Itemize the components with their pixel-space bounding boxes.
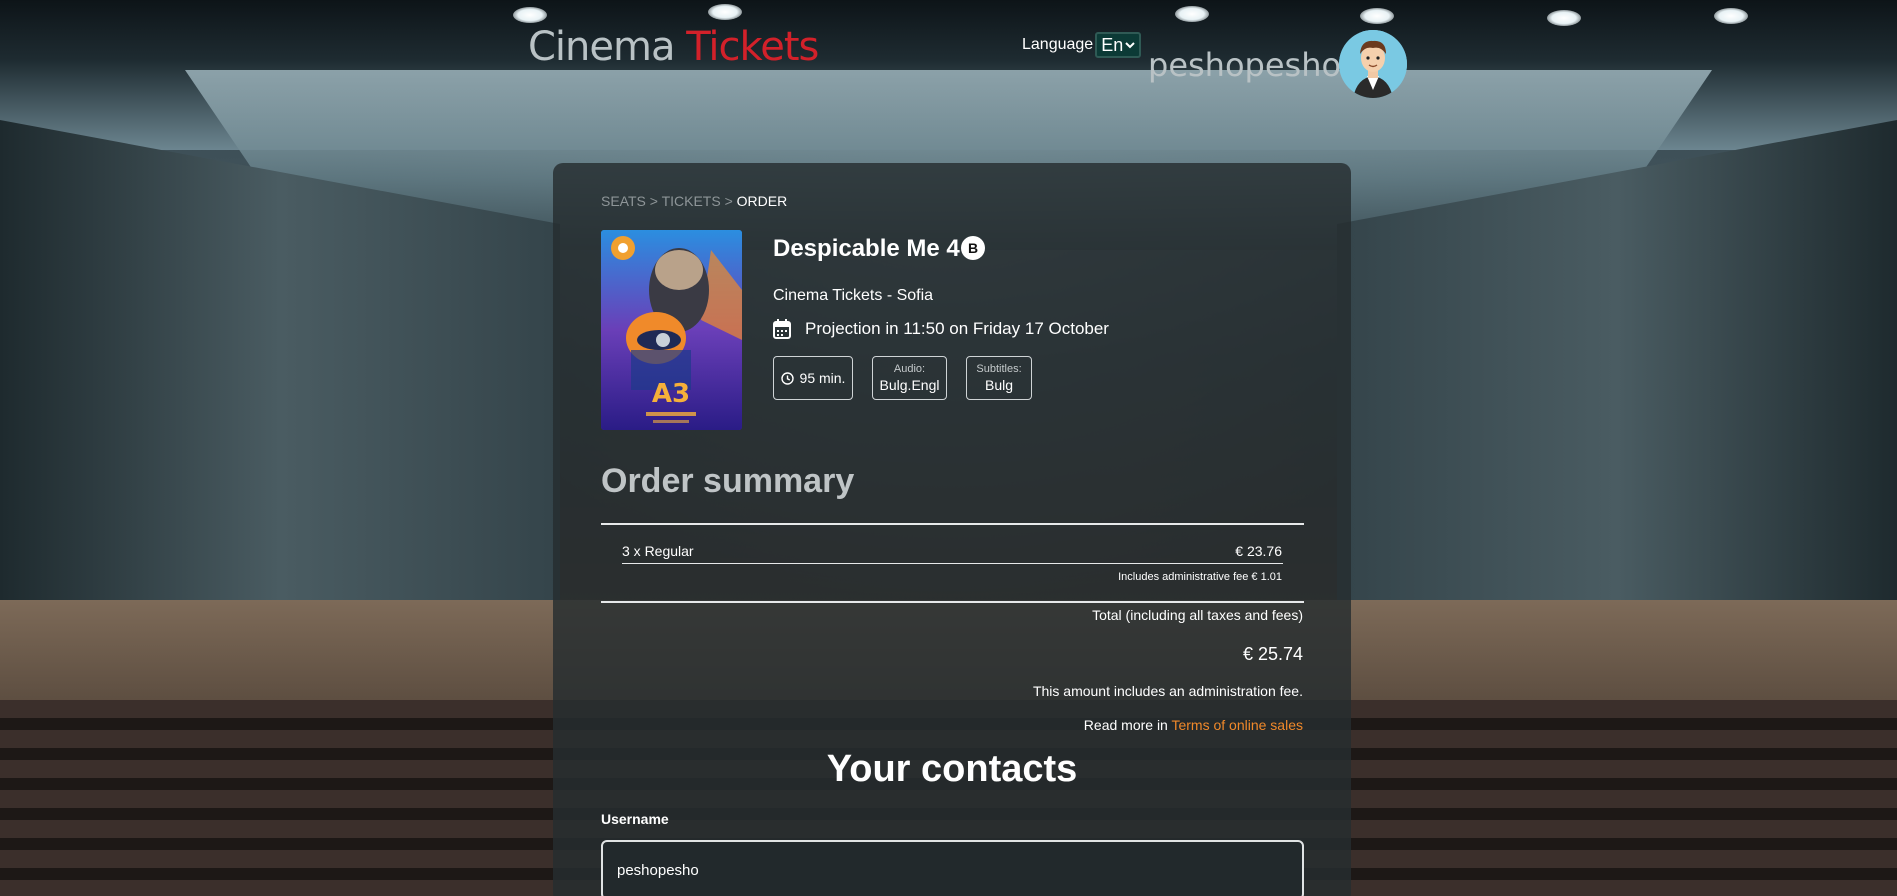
total-label: Total (including all taxes and fees) [1092, 607, 1303, 623]
user-avatar[interactable] [1339, 30, 1407, 98]
ceiling-light [1714, 8, 1748, 24]
poster-artwork: A3 [601, 230, 742, 430]
ceiling-light [1360, 8, 1394, 24]
calendar-icon [773, 319, 791, 339]
read-more-prefix: Read more in [1083, 717, 1168, 733]
fee-note: Includes administrative fee € 1.01 [1118, 571, 1282, 583]
audio-chip: Audio: Bulg.Engl [872, 356, 947, 400]
age-rating-badge: B [961, 236, 985, 260]
breadcrumb-separator: > [645, 193, 662, 209]
divider [622, 563, 1283, 564]
order-summary-title: Order summary [601, 462, 855, 500]
chevron-down-icon [1125, 42, 1135, 49]
language-value: En [1101, 35, 1124, 55]
breadcrumb-order: ORDER [736, 193, 788, 209]
duration-chip: 95 min. [773, 356, 853, 400]
username-label: Username [601, 811, 669, 827]
brand-logo[interactable]: Cinema Tickets [528, 24, 819, 70]
breadcrumb-seats[interactable]: SEATS [601, 193, 646, 209]
projection-info: Projection in 11:50 on Friday 17 October [773, 319, 1109, 339]
audio-value: Bulg.Engl [879, 377, 940, 393]
divider [601, 523, 1304, 525]
header-username[interactable]: peshopesho [1148, 46, 1341, 84]
avatar-icon [1339, 30, 1407, 98]
contacts-title: Your contacts [826, 748, 1078, 790]
ceiling-light [1547, 10, 1581, 26]
ceiling-light [513, 7, 547, 23]
cinema-name: Cinema Tickets - Sofia [773, 287, 934, 304]
movie-poster: A3 [601, 230, 742, 430]
ticket-line-price: € 23.76 [1235, 543, 1282, 559]
clock-icon [780, 371, 794, 385]
language-label: Language [1022, 36, 1094, 53]
terms-link[interactable]: Terms of online sales [1171, 717, 1303, 733]
breadcrumb-tickets[interactable]: TICKETS [662, 193, 721, 209]
ceiling-light [708, 4, 742, 20]
ceiling-light [1175, 6, 1209, 22]
username-input[interactable] [601, 840, 1304, 896]
brand-text-tickets: Tickets [686, 24, 819, 70]
duration-value: 95 min. [799, 370, 846, 386]
divider [601, 601, 1304, 603]
language-select[interactable]: En [1095, 32, 1142, 58]
audio-label: Audio: [893, 363, 926, 375]
breadcrumb: SEATS > TICKETS > ORDER [601, 193, 787, 209]
projection-text: Projection in 11:50 on Friday 17 October [805, 319, 1109, 338]
breadcrumb-separator: > [720, 193, 737, 209]
read-more: Read more in Terms of online sales [1084, 717, 1303, 733]
subtitles-value: Bulg [984, 377, 1014, 393]
administration-fee-note: This amount includes an administration f… [1032, 683, 1303, 699]
brand-text-cinema: Cinema [528, 24, 675, 70]
movie-title: Despicable Me 4 [773, 235, 960, 262]
total-value: € 25.74 [1242, 644, 1303, 664]
subtitles-chip: Subtitles: Bulg [966, 356, 1032, 400]
svg-text:A3: A3 [652, 379, 690, 409]
subtitles-label: Subtitles: [976, 363, 1022, 375]
ticket-line-label: 3 x Regular [622, 543, 694, 559]
language-selector: Language En [1022, 32, 1142, 58]
